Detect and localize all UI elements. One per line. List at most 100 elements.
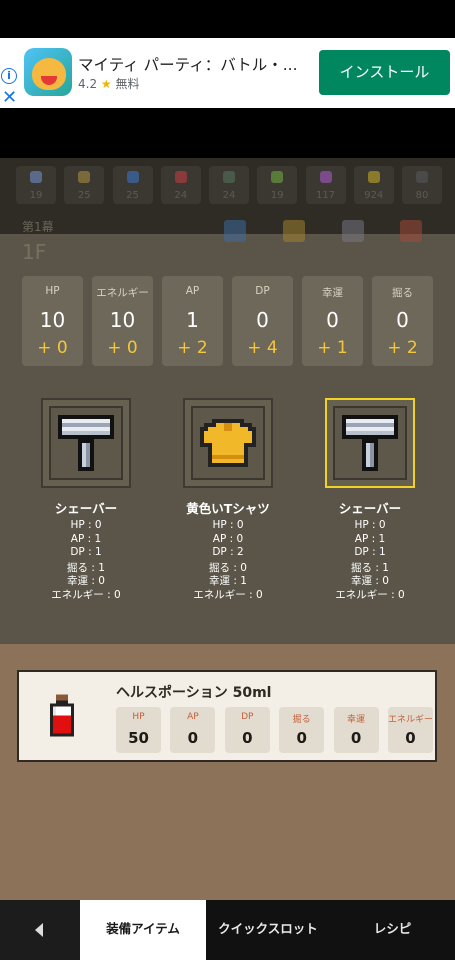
stat-value: 1 [186,308,199,332]
stat-card: 掘る 0 + 2 [372,276,433,366]
potion-stat-chip: 掘る 0 [279,707,325,753]
tab-quick-slot[interactable]: クイックスロット [206,900,330,960]
stat-label: DP [255,285,270,297]
stat-bonus: + 0 [107,338,138,358]
stat-value: 0 [256,308,269,332]
potion-stat-label: DP [241,712,254,722]
stat-value: 10 [109,308,136,332]
equipment-name: 黄色いTシャツ [186,501,270,516]
stage-label: 第1幕 [22,220,54,234]
ad-app-meta: 4.2 ★ 無料 [78,75,140,92]
potion-stat-chip: AP 0 [170,707,216,753]
game-screen: 19 25 25 24 24 19 117 924 80 第1幕 1F HP 10 + 0 エネルギー… [0,108,455,900]
resource-counter: 19 [257,166,298,204]
potion-stat-chip: 幸運 0 [333,707,379,753]
resource-icon [416,171,428,183]
equipment-stat-line: AP : 0 [212,532,244,545]
character-stats: HP 10 + 0 エネルギー 10 + 0 AP 1 + 2 DP 0 + 4 幸運 0 + 1 掘る 0 + … [22,276,433,366]
ad-info-icon[interactable]: i [1,68,17,84]
equipped-items: シェーバー HP : 0 AP : 1 DP : 1 掘る : 1 幸運 : 0 エネルギー… [0,393,455,603]
stat-value: 10 [39,308,66,332]
resource-counter: 24 [209,166,249,204]
hud-trophy-icon [283,220,305,242]
ad-install-button[interactable]: インストール [319,50,450,95]
resource-counter: 19 [16,166,56,204]
selected-item-panel[interactable]: ヘルスポーション 50ml HP 50 AP 0 DP 0 掘る 0 幸運 0 エネルギー 0 [17,670,437,762]
equipment-icon-box [191,406,265,480]
back-button[interactable] [0,900,80,960]
resource-icon [319,171,332,183]
potion-stat-chip: HP 50 [116,707,161,753]
resource-value: 80 [415,190,429,201]
equipment-stat-line: HP : 0 [70,519,102,531]
equipment-slot[interactable]: シェーバー HP : 0 AP : 1 DP : 1 掘る : 1 幸運 : 0 エネルギー… [295,393,445,603]
resource-value: 24 [174,190,188,201]
resource-counter: 25 [64,166,105,204]
potion-stat-label: エネルギー [387,715,433,725]
resource-value: 24 [222,190,236,201]
resource-counter: 924 [353,166,394,204]
equipment-frame[interactable] [183,398,273,488]
back-arrow-icon [35,923,43,937]
stat-bonus: + 2 [177,338,208,358]
hud-map-icon [342,220,364,242]
bottom-tab-bar: 装備アイテム クイックスロット レシピ [0,900,455,960]
floor-label: 1F [22,240,47,264]
equipment-icon-box [49,406,123,480]
equipment-stat-line: HP : 0 [354,519,386,531]
equipment-frame[interactable] [41,398,131,488]
ad-close-icon[interactable]: ✕ [2,89,17,107]
hud-shop-icon [400,220,422,242]
tab-recipe[interactable]: レシピ [330,900,455,960]
resource-icon [271,171,284,183]
equipment-frame[interactable] [325,398,415,488]
equipment-stat-line: DP : 1 [354,546,386,558]
potion-stat-value: 0 [405,729,416,747]
potion-stat-chip: エネルギー 0 [387,707,433,753]
potion-stat-value: 0 [187,729,199,747]
resource-value: 117 [315,190,336,201]
resource-icon [223,171,235,183]
ad-app-icon[interactable] [24,48,72,96]
stat-card: DP 0 + 4 [232,276,293,366]
ad-price: 無料 [115,77,140,91]
selected-item-stats: HP 50 AP 0 DP 0 掘る 0 幸運 0 エネルギー 0 [116,707,433,755]
equipment-name: シェーバー [54,501,118,516]
resource-counter: 24 [160,166,201,204]
hud-character-icon [224,220,246,242]
stat-card: 幸運 0 + 1 [302,276,363,366]
potion-stat-label: 幸運 [347,715,366,725]
stat-bonus: + 2 [387,338,418,358]
resource-icon [367,171,380,183]
equipment-slot[interactable]: シェーバー HP : 0 AP : 1 DP : 1 掘る : 1 幸運 : 0 エネルギー… [11,393,161,603]
stat-card: HP 10 + 0 [22,276,83,366]
resource-counter: 80 [402,166,442,204]
equipment-slot[interactable]: 黄色いTシャツ HP : 0 AP : 0 DP : 2 掘る : 0 幸運 : 1 エネル… [153,393,303,603]
equipment-stat-line: エネルギー : 0 [193,588,263,601]
equipment-icon-box [333,406,407,480]
resource-bar: 19 25 25 24 24 19 117 924 80 [16,166,442,206]
tab-quick-slot-label: クイックスロット [218,921,318,936]
ad-app-title[interactable]: マイティ パーティ：バトル・... [78,53,298,75]
potion-stat-value: 0 [296,729,307,747]
equipment-name: シェーバー [338,501,402,516]
resource-value: 25 [77,190,91,201]
stat-value: 0 [326,308,339,332]
stat-bonus: + 0 [37,338,68,358]
selected-item-name: ヘルスポーション 50ml [116,685,272,701]
tab-equipment[interactable]: 装備アイテム [80,900,206,960]
equipment-stat-line: エネルギー : 0 [51,588,121,601]
potion-stat-label: 掘る [292,715,311,725]
resource-counter: 117 [305,166,346,204]
ad-banner[interactable]: i ✕ マイティ パーティ：バトル・... 4.2 ★ 無料 インストール [0,38,455,108]
yellow-tshirt-icon [196,411,260,479]
stat-label: 掘る [392,287,413,299]
health-potion-icon [47,694,77,740]
potion-stat-label: HP [132,712,145,722]
equipment-stat-line: DP : 1 [70,546,102,558]
equipment-stat-line: AP : 1 [70,532,102,545]
stat-label: AP [185,285,200,297]
shaver-icon [338,411,402,479]
shaver-icon [54,411,118,479]
stat-bonus: + 1 [317,338,348,358]
